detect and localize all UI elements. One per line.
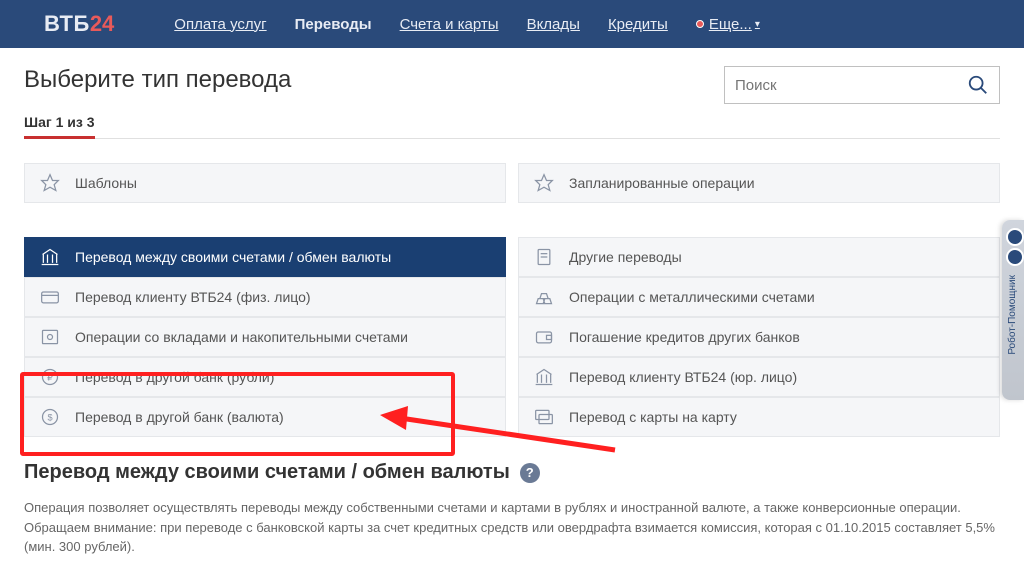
transfer-metal-accounts[interactable]: Операции с металлическими счетами bbox=[518, 277, 1000, 317]
step-indicator: Шаг 1 из 3 bbox=[24, 114, 1000, 139]
templates-label: Шаблоны bbox=[75, 175, 137, 191]
side-helper-widget[interactable]: Робот-Помощник bbox=[1002, 220, 1024, 400]
star-icon bbox=[533, 172, 555, 194]
transfer-other-bank-rub[interactable]: ₽ Перевод в другой банк (рубли) bbox=[24, 357, 506, 397]
help-icon[interactable]: ? bbox=[520, 463, 540, 483]
transfer-loan-repayment[interactable]: Погашение кредитов других банков bbox=[518, 317, 1000, 357]
svg-text:₽: ₽ bbox=[47, 372, 53, 382]
templates-tile[interactable]: Шаблоны bbox=[24, 163, 506, 203]
wallet-icon bbox=[533, 326, 555, 348]
notification-dot-icon bbox=[696, 20, 704, 28]
section-description: Операция позволяет осуществлять переводы… bbox=[24, 498, 1000, 557]
content-header: Выберите тип перевода bbox=[24, 66, 1000, 104]
transfer-other-bank-currency[interactable]: $ Перевод в другой банк (валюта) bbox=[24, 397, 506, 437]
transfer-types-grid: Перевод между своими счетами / обмен вал… bbox=[24, 237, 1000, 437]
star-icon bbox=[39, 172, 61, 194]
logo[interactable]: ВТБ24 bbox=[40, 10, 114, 38]
cards-icon bbox=[533, 406, 555, 428]
ruble-icon: ₽ bbox=[39, 366, 61, 388]
right-column: Другие переводы Операции с металлическим… bbox=[518, 237, 1000, 437]
dollar-icon: $ bbox=[39, 406, 61, 428]
step-label: Шаг 1 из 3 bbox=[24, 114, 95, 139]
tile-label: Перевод в другой банк (валюта) bbox=[75, 409, 284, 425]
logo-suffix: 24 bbox=[90, 11, 114, 37]
left-column: Перевод между своими счетами / обмен вал… bbox=[24, 237, 506, 437]
page-title: Выберите тип перевода bbox=[24, 66, 291, 94]
svg-text:$: $ bbox=[47, 412, 52, 422]
section-title-text: Перевод между своими счетами / обмен вал… bbox=[24, 461, 510, 484]
step-underline bbox=[24, 138, 1000, 139]
tile-label: Перевод между своими счетами / обмен вал… bbox=[75, 249, 391, 265]
tile-label: Операции с металлическими счетами bbox=[569, 289, 815, 305]
tile-label: Перевод с карты на карту bbox=[569, 409, 737, 425]
tile-label: Другие переводы bbox=[569, 249, 682, 265]
tile-label: Операции со вкладами и накопительными сч… bbox=[75, 329, 408, 345]
side-widget-label: Робот-Помощник bbox=[1007, 275, 1018, 355]
transfer-vtb-client-individual[interactable]: Перевод клиенту ВТБ24 (физ. лицо) bbox=[24, 277, 506, 317]
tile-label: Перевод клиенту ВТБ24 (физ. лицо) bbox=[75, 289, 311, 305]
bars-icon bbox=[533, 286, 555, 308]
header-tiles-row: Шаблоны Запланированные операции bbox=[24, 163, 1000, 223]
nav-more-label: Еще... bbox=[709, 16, 752, 33]
transfer-own-accounts[interactable]: Перевод между своими счетами / обмен вал… bbox=[24, 237, 506, 277]
document-icon bbox=[533, 246, 555, 268]
scheduled-label: Запланированные операции bbox=[569, 175, 755, 191]
main-content: Выберите тип перевода Шаг 1 из 3 Шаблоны bbox=[0, 48, 1024, 557]
logo-text: ВТБ bbox=[44, 11, 90, 37]
chevron-down-icon: ▾ bbox=[755, 19, 760, 30]
safe-icon bbox=[39, 326, 61, 348]
search-button[interactable] bbox=[957, 67, 999, 103]
tile-label: Перевод в другой банк (рубли) bbox=[75, 369, 274, 385]
building-icon bbox=[533, 366, 555, 388]
search-icon bbox=[967, 74, 989, 96]
nav-accounts[interactable]: Счета и карты bbox=[400, 16, 499, 33]
nav-payments[interactable]: Оплата услуг bbox=[174, 16, 266, 33]
section-title: Перевод между своими счетами / обмен вал… bbox=[24, 461, 1000, 484]
tile-label: Погашение кредитов других банков bbox=[569, 329, 800, 345]
top-navbar: ВТБ24 Оплата услуг Переводы Счета и карт… bbox=[0, 0, 1024, 48]
nav-more[interactable]: Еще... ▾ bbox=[696, 16, 760, 33]
card-icon bbox=[39, 286, 61, 308]
nav-deposits[interactable]: Вклады bbox=[527, 16, 580, 33]
nav-credits[interactable]: Кредиты bbox=[608, 16, 668, 33]
nav-transfers[interactable]: Переводы bbox=[295, 16, 372, 33]
transfer-card-to-card[interactable]: Перевод с карты на карту bbox=[518, 397, 1000, 437]
search-input[interactable] bbox=[725, 77, 957, 94]
transfer-other[interactable]: Другие переводы bbox=[518, 237, 1000, 277]
scheduled-tile[interactable]: Запланированные операции bbox=[518, 163, 1000, 203]
main-nav: Оплата услуг Переводы Счета и карты Вкла… bbox=[174, 16, 760, 33]
transfer-vtb-client-legal[interactable]: Перевод клиенту ВТБ24 (юр. лицо) bbox=[518, 357, 1000, 397]
search-box bbox=[724, 66, 1000, 104]
transfer-deposits-savings[interactable]: Операции со вкладами и накопительными сч… bbox=[24, 317, 506, 357]
tile-label: Перевод клиенту ВТБ24 (юр. лицо) bbox=[569, 369, 797, 385]
bank-icon bbox=[39, 246, 61, 268]
